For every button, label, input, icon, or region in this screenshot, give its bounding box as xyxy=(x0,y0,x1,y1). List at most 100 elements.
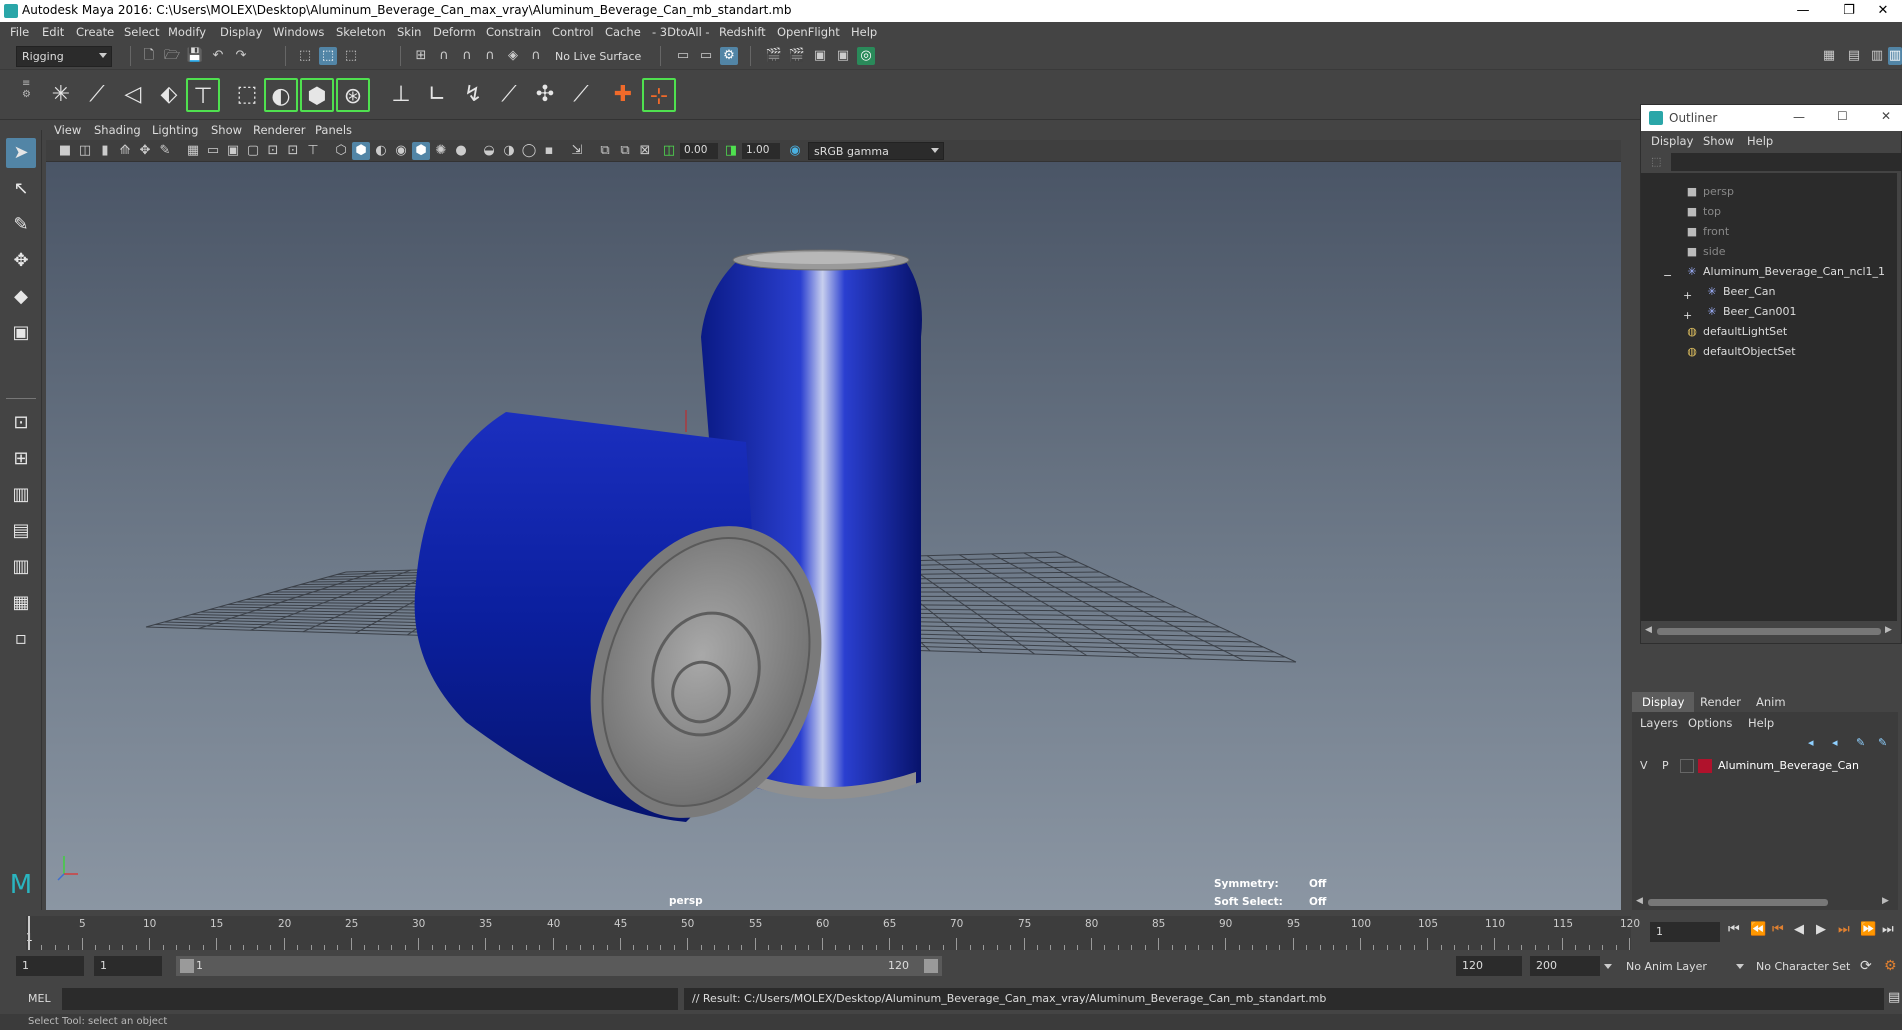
rotate-tool-icon[interactable]: ◆ xyxy=(6,282,36,312)
panel-layout-icon[interactable]: ▦ xyxy=(1820,47,1838,65)
frame-all-icon[interactable]: ⧉ xyxy=(596,142,614,160)
outliner-horizontal-scrollbar[interactable]: ◀ ▶ xyxy=(1645,625,1893,637)
snap-grid-icon[interactable]: ⊞ xyxy=(412,47,430,65)
new-scene-icon[interactable]: 🗋 xyxy=(140,47,158,65)
menu-skeleton[interactable]: Skeleton xyxy=(336,25,386,39)
layer-menu-layers[interactable]: Layers xyxy=(1640,716,1678,730)
depth-of-field-icon[interactable]: ⊠ xyxy=(636,142,654,160)
shadows-icon[interactable]: ✺ xyxy=(432,142,450,160)
menu-windows[interactable]: Windows xyxy=(273,25,324,39)
chevron-down-icon[interactable] xyxy=(1736,964,1744,969)
select-hierarchy-icon[interactable]: ⬚ xyxy=(296,47,314,65)
wireframe-on-shaded-icon[interactable]: ◐ xyxy=(372,142,390,160)
time-slider-track[interactable]: 5 10 15 20 25 30 35 40 45 50 55 60 65 70 75 80 85 90 95 100… xyxy=(26,916,1640,950)
filter-icon[interactable]: ⬚ xyxy=(1651,155,1661,168)
parent-constraint-icon[interactable]: ✚ xyxy=(606,78,640,112)
output-ops-icon[interactable]: ▭ xyxy=(697,47,715,65)
new-layer-from-selection-icon[interactable]: ✎ xyxy=(1878,736,1887,749)
ambient-occlusion-icon[interactable]: ● xyxy=(452,142,470,160)
outliner-item-beer-can[interactable]: ✳ Beer_Can xyxy=(1705,285,1775,303)
tab-render[interactable]: Render xyxy=(1690,692,1751,712)
layer-menu-help[interactable]: Help xyxy=(1748,716,1774,730)
wrap-deformer-icon[interactable]: ⬢ xyxy=(300,78,334,112)
scrollbar-thumb[interactable] xyxy=(1657,628,1881,635)
menu-help[interactable]: Help xyxy=(851,25,877,39)
script-editor-icon[interactable]: ▤ xyxy=(1888,990,1900,1005)
insert-joint-icon[interactable]: ↯ xyxy=(456,78,490,112)
aim-constraint-icon[interactable]: ⟋ xyxy=(564,78,598,112)
range-bar[interactable]: 1 120 xyxy=(176,956,942,976)
paint-select-tool-icon[interactable]: ✎ xyxy=(6,210,36,240)
panel-menu-view[interactable]: View xyxy=(54,123,81,137)
menu-redshift[interactable]: Redshift xyxy=(719,25,766,39)
image-plane-icon[interactable]: ⟰ xyxy=(116,142,134,160)
blendshape-icon[interactable]: ⊛ xyxy=(336,78,370,112)
current-time-indicator[interactable] xyxy=(28,916,30,950)
layer-color-swatch[interactable] xyxy=(1698,759,1712,773)
xray-icon[interactable]: ◒ xyxy=(480,142,498,160)
hypershade-layout-icon[interactable]: ▦ xyxy=(6,588,36,618)
grease-pencil-icon[interactable]: ✎ xyxy=(156,142,174,160)
snap-surface-icon[interactable]: ◈ xyxy=(504,47,522,65)
select-tool-icon[interactable]: ➤ xyxy=(6,138,36,168)
isolate-select-icon[interactable]: ⇲ xyxy=(568,142,586,160)
joint-tool-icon[interactable]: ✳ xyxy=(44,78,78,112)
tab-display[interactable]: Display xyxy=(1632,692,1695,712)
gate-mask-icon[interactable]: ▢ xyxy=(244,142,262,160)
mirror-joint-icon[interactable]: ∟ xyxy=(420,78,454,112)
snap-view-icon[interactable]: ∩ xyxy=(481,47,499,65)
menu-select[interactable]: Select xyxy=(124,25,159,39)
channel-box-icon[interactable]: ▤ xyxy=(1845,47,1863,65)
textured-icon[interactable]: ◉ xyxy=(392,142,410,160)
bind-skin-icon[interactable]: ⬚ xyxy=(230,78,264,112)
cluster-icon[interactable]: ⊤ xyxy=(186,78,220,112)
input-ops-icon[interactable]: ▭ xyxy=(674,47,692,65)
render-settings-icon[interactable]: ▣ xyxy=(834,47,852,65)
ik-handle-icon[interactable]: ⟋ xyxy=(80,78,114,112)
move-tool-icon[interactable]: ✥ xyxy=(6,246,36,276)
panel-menu-renderer[interactable]: Renderer xyxy=(253,123,306,137)
animation-end-field[interactable]: 200 xyxy=(1530,956,1600,976)
outliner-item-can-group[interactable]: ✳ Aluminum_Beverage_Can_ncl1_1 xyxy=(1685,265,1885,283)
range-start-handle[interactable] xyxy=(180,959,194,973)
move-layer-down-icon[interactable]: ◂ xyxy=(1832,736,1838,749)
menu-skin[interactable]: Skin xyxy=(397,25,421,39)
select-object-icon[interactable]: ⬚ xyxy=(319,47,337,65)
outliner-menu-display[interactable]: Display xyxy=(1651,134,1693,148)
undo-icon[interactable]: ↶ xyxy=(209,47,227,65)
close-button[interactable]: ✕ xyxy=(1860,0,1902,22)
outliner-item-default-light-set[interactable]: ◍ defaultLightSet xyxy=(1685,325,1787,343)
persp-outliner-layout-icon[interactable]: ▥ xyxy=(6,480,36,510)
new-empty-layer-icon[interactable]: ✎ xyxy=(1856,736,1865,749)
menuset-dropdown[interactable]: Rigging xyxy=(16,46,112,67)
outliner-menu-help[interactable]: Help xyxy=(1747,134,1773,148)
panel-menu-lighting[interactable]: Lighting xyxy=(152,123,198,137)
step-forward-key-icon[interactable]: ⏭ xyxy=(1838,922,1850,937)
single-perspective-layout-icon[interactable]: ⊡ xyxy=(6,408,36,438)
backface-culling-icon[interactable]: ▪ xyxy=(540,142,558,160)
render-frame-icon[interactable]: 🎬 xyxy=(765,47,783,65)
gamma-field[interactable]: 1.00 xyxy=(742,143,780,159)
persp-graph-outliner-layout-icon[interactable]: ▥ xyxy=(6,552,36,582)
xray-components-icon[interactable]: ◯ xyxy=(520,142,538,160)
script-language-toggle[interactable]: MEL xyxy=(28,992,51,1005)
viewport-persp[interactable]: persp Symmetry: Off Soft Select: Off xyxy=(46,162,1621,910)
camera-icon[interactable]: ■ xyxy=(56,142,74,160)
bookmark-icon[interactable]: ▮ xyxy=(96,142,114,160)
maximize-button[interactable]: ☐ xyxy=(1837,109,1848,123)
outliner-item-front[interactable]: ■ front xyxy=(1685,225,1729,243)
camera-attributes-icon[interactable]: ◫ xyxy=(76,142,94,160)
tab-anim[interactable]: Anim xyxy=(1746,692,1796,712)
menu-constrain[interactable]: Constrain xyxy=(486,25,541,39)
layer-menu-options[interactable]: Options xyxy=(1688,716,1732,730)
gamma-icon[interactable]: ◨ xyxy=(722,142,740,160)
connect-joint-icon[interactable]: ⟋ xyxy=(492,78,526,112)
scroll-left-icon[interactable]: ◀ xyxy=(1645,625,1652,635)
go-to-start-icon[interactable]: ⏮ xyxy=(1728,922,1740,937)
character-set-dropdown[interactable]: No Character Set xyxy=(1756,960,1850,973)
lattice-icon[interactable]: ⬖ xyxy=(152,78,186,112)
layer-row[interactable]: V P Aluminum_Beverage_Can xyxy=(1632,756,1898,776)
animation-preferences-icon[interactable]: ⚙ xyxy=(1884,958,1897,974)
outliner-search-input[interactable] xyxy=(1671,153,1902,171)
snap-curve-icon[interactable]: ∩ xyxy=(435,47,453,65)
